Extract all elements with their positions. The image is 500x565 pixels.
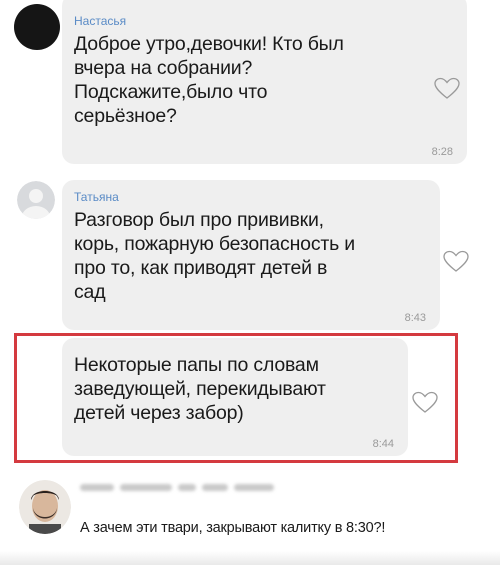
heart-outline-icon[interactable] bbox=[434, 77, 460, 101]
blurred-sender-name bbox=[80, 484, 274, 491]
message-time: 8:28 bbox=[431, 146, 453, 158]
default-avatar-icon[interactable] bbox=[17, 181, 55, 219]
message-bubble-2[interactable]: Татьяна Разговор был про прививки, корь,… bbox=[62, 180, 440, 330]
avatar-nastasya[interactable] bbox=[14, 4, 60, 50]
message-text: Разговор был про прививки, корь, пожарну… bbox=[74, 209, 355, 303]
avatar-user-photo[interactable] bbox=[19, 480, 71, 534]
sender-name[interactable]: Настасья bbox=[74, 14, 344, 28]
heart-outline-icon[interactable] bbox=[443, 250, 469, 274]
message-time: 8:43 bbox=[404, 312, 426, 324]
sender-name[interactable]: Татьяна bbox=[74, 190, 355, 204]
message-text: Доброе утро,девочки! Кто был вчера на со… bbox=[74, 33, 344, 127]
highlight-frame bbox=[14, 333, 458, 463]
message-bubble-1[interactable]: Настасья Доброе утро,девочки! Кто был вч… bbox=[62, 0, 467, 164]
bottom-edge bbox=[0, 551, 500, 565]
last-message-text: А зачем эти твари, закрывают калитку в 8… bbox=[80, 520, 386, 536]
